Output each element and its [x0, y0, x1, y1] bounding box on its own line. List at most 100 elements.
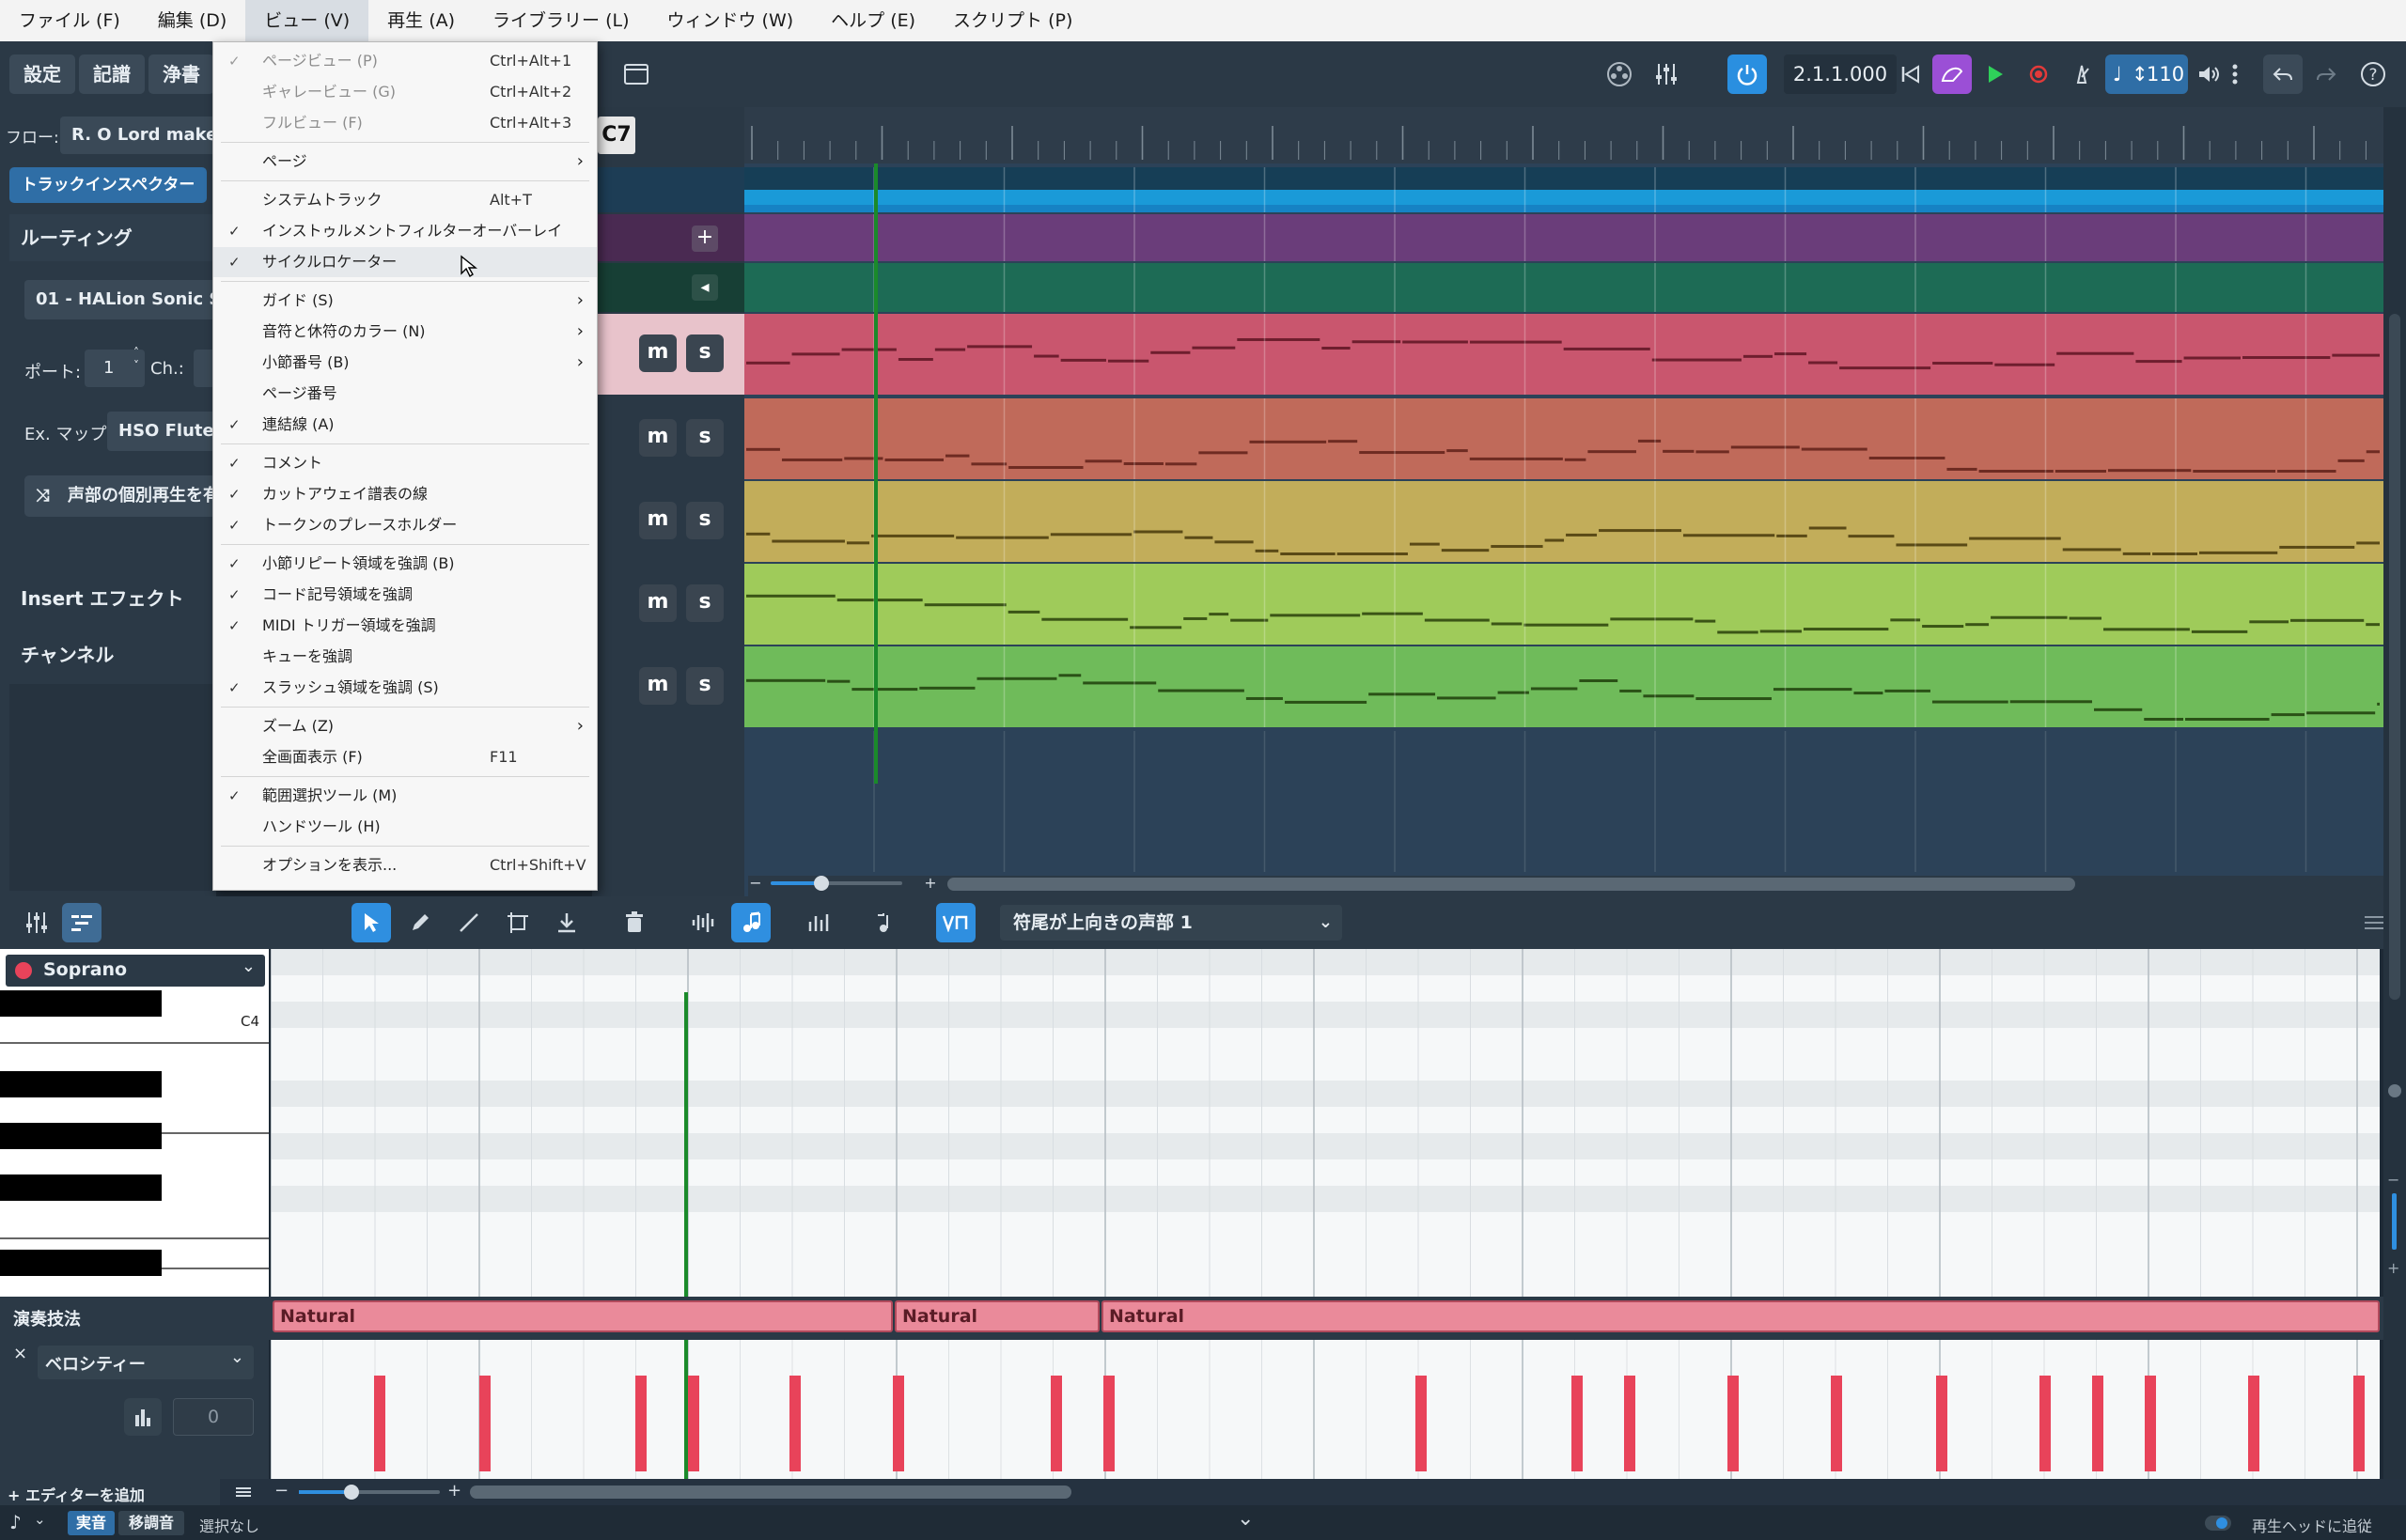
view-menu-item[interactable]: ガイド (S) › [213, 286, 597, 316]
editor-horizontal-scrollbar[interactable] [470, 1486, 1071, 1499]
view-menu-item[interactable]: ✓ インストゥルメントフィルターオーバーレイ [213, 216, 597, 246]
menu-file[interactable]: ファイル (F) [0, 0, 139, 41]
view-menu-item[interactable]: ✓ コード記号領域を強調 [213, 580, 597, 610]
voice-selector[interactable]: 符尾が上向きの声部 1 ⌄ [1000, 905, 1342, 941]
more-options-icon[interactable] [2224, 54, 2246, 94]
instrument-selector[interactable]: 01 - HALion Sonic SE [24, 280, 216, 319]
roll-scroll-thumb[interactable] [2388, 1084, 2401, 1097]
velocity-lane[interactable] [270, 1340, 2380, 1479]
velocity-filter-icon[interactable] [801, 903, 840, 942]
rewind-to-start-icon[interactable] [1891, 54, 1930, 94]
piano-keys[interactable] [0, 990, 269, 1300]
audio-waveform-icon[interactable] [684, 903, 724, 942]
view-menu-item[interactable]: ✓ 連結線 (A) [213, 410, 597, 440]
insert-effects-header[interactable]: Insert エフェクト [9, 573, 216, 624]
transport-timecode[interactable]: 2.1.1.000 [1784, 54, 1897, 94]
add-editor-button[interactable]: + エディターを追加 [0, 1479, 220, 1505]
mute-button[interactable]: m [639, 419, 677, 457]
track-lane[interactable] [744, 167, 2383, 212]
solo-button[interactable]: s [686, 502, 724, 539]
line-tool-icon[interactable] [449, 903, 489, 942]
notes-filter-icon[interactable] [731, 903, 771, 942]
flow-selector[interactable]: R. O Lord make [60, 117, 216, 154]
view-menu-item[interactable]: ✓ 小節リピート領域を強調 (B) [213, 549, 597, 579]
view-menu-item[interactable]: ✓ サイクルロケーター [213, 247, 597, 277]
track-lane[interactable] [744, 646, 2383, 727]
playhead[interactable] [874, 163, 878, 784]
track-lane[interactable] [744, 398, 2383, 479]
power-icon[interactable] [1727, 54, 1767, 94]
menu-script[interactable]: スクリプト (P) [934, 0, 1091, 41]
redo-icon[interactable] [2306, 54, 2346, 94]
zoom-out-icon[interactable]: − [2387, 1171, 2399, 1189]
view-menu-item[interactable]: ✓ 範囲選択ツール (M) [213, 781, 597, 811]
zoom-out-icon[interactable]: − [748, 876, 763, 891]
mute-button[interactable]: m [639, 502, 677, 539]
solo-button[interactable]: s [686, 334, 724, 372]
menu-window[interactable]: ウィンドウ (W) [648, 0, 813, 41]
view-menu-item[interactable]: ✓ スラッシュ領域を強調 (S) [213, 673, 597, 703]
menu-library[interactable]: ライブラリー (L) [474, 0, 648, 41]
view-menu-item[interactable]: キューを強調 [213, 642, 597, 672]
trash-icon[interactable] [615, 903, 654, 942]
solo-button[interactable]: s [686, 584, 724, 622]
expression-map-selector[interactable]: HSO Flute S [107, 412, 216, 451]
menu-view[interactable]: ビュー (V) [245, 0, 369, 41]
voice-color-icon[interactable] [936, 903, 976, 942]
undo-icon[interactable] [2263, 54, 2303, 94]
solo-button[interactable]: s [686, 667, 724, 705]
editor-list-icon[interactable] [229, 1479, 258, 1505]
velocity-value-field[interactable]: 0 [173, 1398, 254, 1436]
channel-section-header[interactable]: チャンネル [9, 630, 216, 680]
record-icon[interactable] [2019, 54, 2058, 94]
collapse-track-icon[interactable]: ◂ [692, 274, 718, 301]
view-menu-item[interactable]: 小節番号 (B) › [213, 348, 597, 378]
track-lane[interactable] [744, 481, 2383, 562]
view-menu-item[interactable]: ✓ MIDI トリガー領域を強調 [213, 611, 597, 641]
timeline-horizontal-scrollbar[interactable] [947, 878, 2075, 891]
velocity-bars-icon[interactable] [124, 1398, 162, 1436]
zoom-in-icon[interactable]: + [2387, 1259, 2399, 1277]
view-menu-item[interactable]: 音符と休符のカラー (N) › [213, 317, 597, 347]
zoom-slider-thumb[interactable] [814, 876, 829, 891]
technique-segment[interactable]: Natural [273, 1300, 893, 1332]
track-lane[interactable] [744, 564, 2383, 645]
technique-segment[interactable]: Natural [1101, 1300, 2380, 1332]
mixer-icon[interactable] [17, 903, 56, 942]
timeline-ruler[interactable] [744, 107, 2383, 163]
view-menu-item[interactable]: ハンドツール (H) [213, 812, 597, 842]
menu-edit[interactable]: 編集 (D) [139, 0, 246, 41]
note-duration-picker[interactable]: ♪ ⌄ [4, 1511, 53, 1535]
mute-button[interactable]: m [639, 584, 677, 622]
instrument-track-selector[interactable]: Soprano ⌄ [6, 955, 265, 987]
view-menu-item[interactable]: ズーム (Z) › [213, 711, 597, 741]
vertical-zoom-slider[interactable] [2392, 1193, 2397, 1250]
draw-down-tool-icon[interactable] [547, 903, 586, 942]
port-stepper[interactable]: 1 ˄ ˅ [85, 346, 145, 387]
menu-help[interactable]: ヘルプ (E) [812, 0, 934, 41]
view-menu-item[interactable]: ✓ コメント [213, 448, 597, 478]
view-menu-item[interactable]: ✓ カットアウェイ譜表の線 [213, 479, 597, 509]
mode-engrave-button[interactable]: 浄書 [148, 54, 214, 94]
video-reel-icon[interactable] [1600, 54, 1639, 94]
track-inspector-tab[interactable]: トラックインスペクター [9, 167, 207, 203]
zoom-in-icon[interactable]: + [447, 1481, 461, 1501]
solo-button[interactable]: s [686, 419, 724, 457]
transposed-pitch-toggle[interactable]: 移調音 [118, 1511, 184, 1535]
metronome-icon[interactable] [2062, 54, 2101, 94]
view-menu-item[interactable]: システムトラック Alt+T [213, 185, 597, 215]
tempo-control[interactable]: ♩ ↕ 110 [2105, 54, 2188, 94]
zoom-out-icon[interactable]: − [274, 1481, 289, 1501]
transform-tool-icon[interactable] [498, 903, 538, 942]
track-lane[interactable] [744, 314, 2383, 395]
select-tool-icon[interactable] [352, 903, 391, 942]
track-lane[interactable] [744, 214, 2383, 261]
solo-voice-playback-button[interactable]: ⤨ 声部の個別再生を有 [24, 475, 216, 517]
editor-zoom-thumb[interactable] [344, 1485, 359, 1500]
menu-play[interactable]: 再生 (A) [368, 0, 474, 41]
view-menu-item[interactable]: ✓ トークンのプレースホルダー [213, 510, 597, 540]
close-icon[interactable]: × [13, 1344, 27, 1363]
mute-button[interactable]: m [639, 334, 677, 372]
note-input-icon[interactable] [867, 903, 906, 942]
chevron-down-icon[interactable]: ⌄ [1237, 1507, 1254, 1531]
